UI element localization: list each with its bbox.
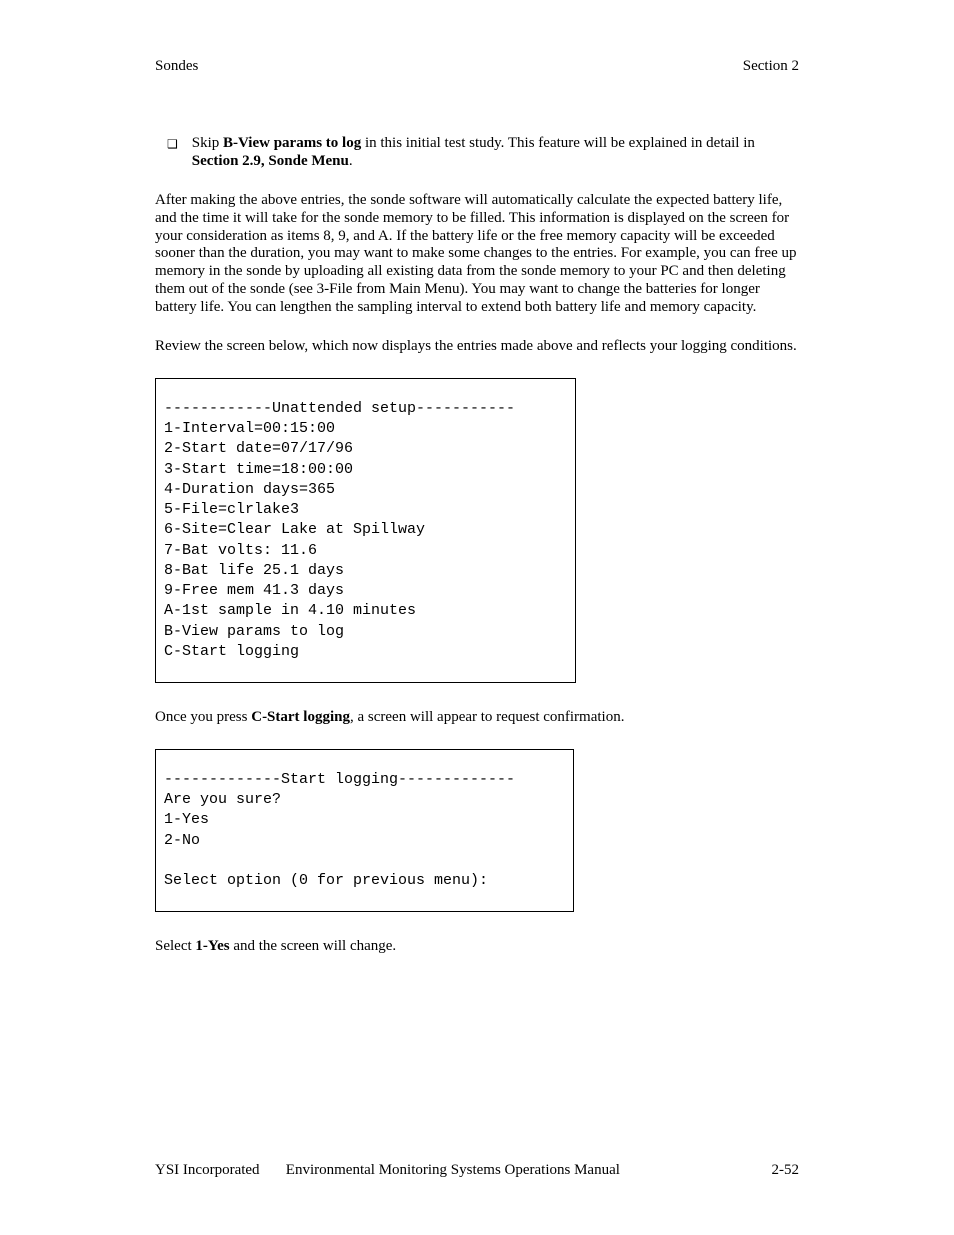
page-content: Sondes Section 2 ❑ Skip B-View params to… [0,0,954,956]
text-span: , a screen will appear to request confir… [350,709,624,725]
text-span: . [349,153,353,169]
header-right: Section 2 [743,58,799,75]
terminal-screen-unattended-setup: ------------Unattended setup----------- … [155,378,576,683]
paragraph: Select 1-Yes and the screen will change. [155,938,799,956]
paragraph: Once you press C-Start logging, a screen… [155,709,799,727]
page-header: Sondes Section 2 [155,58,799,75]
text-span: in this initial test study. This feature… [361,135,755,151]
bold-text: 1-Yes [195,938,229,954]
page-footer: YSI Incorporated Environmental Monitorin… [155,1162,799,1179]
text-span: Select [155,938,195,954]
bold-text: B-View params to log [223,135,361,151]
text-span: Once you press [155,709,251,725]
footer-page-number: 2-52 [772,1162,800,1179]
header-left: Sondes [155,58,198,75]
text-span: and the screen will change. [230,938,397,954]
text-span: Skip [192,135,223,151]
paragraph: After making the above entries, the sond… [155,192,799,316]
bullet-square-icon: ❑ [155,135,192,170]
bullet-item: ❑ Skip B-View params to log in this init… [155,135,799,170]
bullet-text: Skip B-View params to log in this initia… [192,135,799,170]
bold-text: C-Start logging [251,709,350,725]
terminal-screen-start-logging: -------------Start logging------------- … [155,749,574,913]
footer-left: YSI Incorporated Environmental Monitorin… [155,1162,620,1179]
bold-text: Section 2.9, Sonde Menu [192,153,349,169]
paragraph: Review the screen below, which now displ… [155,338,799,356]
